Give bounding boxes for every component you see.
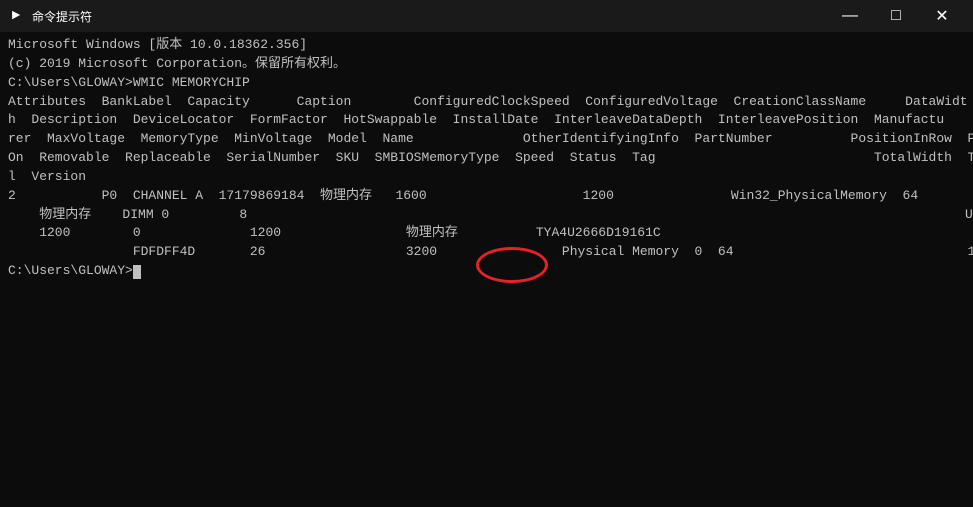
- cursor: [133, 265, 141, 279]
- console-line-9: l Version: [8, 168, 965, 187]
- prompt-text: C:\Users\GLOWAY>: [8, 262, 133, 281]
- console-line-13: FDFDFF4D 26 3200 Physical Memory 0 64 16…: [8, 243, 965, 262]
- console-output[interactable]: Microsoft Windows [版本 10.0.18362.356] (c…: [0, 32, 973, 507]
- close-button[interactable]: ✕: [919, 0, 965, 32]
- console-line-1: Microsoft Windows [版本 10.0.18362.356]: [8, 36, 965, 55]
- window-controls: — □ ✕: [827, 0, 965, 32]
- title-bar-left: ► 命令提示符: [8, 8, 92, 25]
- console-line-8: On Removable Replaceable SerialNumber SK…: [8, 149, 965, 168]
- console-prompt-line: C:\Users\GLOWAY>: [8, 262, 965, 281]
- console-line-7: rer MaxVoltage MemoryType MinVoltage Mod…: [8, 130, 965, 149]
- console-line-10: 2 P0 CHANNEL A 17179869184 物理内存 1600 120…: [8, 187, 965, 206]
- maximize-button[interactable]: □: [873, 0, 919, 32]
- cmd-window: ► 命令提示符 — □ ✕ Microsoft Windows [版本 10.0…: [0, 0, 973, 507]
- console-line-12: 1200 0 1200 物理内存 TYA4U2666D19161C: [8, 224, 965, 243]
- console-line-11: 物理内存 DIMM 0 8 Unknown: [8, 206, 965, 225]
- cmd-icon: ►: [8, 8, 24, 24]
- console-line-5: Attributes BankLabel Capacity Caption Co…: [8, 93, 965, 112]
- console-line-6: h Description DeviceLocator FormFactor H…: [8, 111, 965, 130]
- window-title: 命令提示符: [32, 8, 92, 25]
- console-line-2: (c) 2019 Microsoft Corporation。保留所有权利。: [8, 55, 965, 74]
- console-line-4: C:\Users\GLOWAY>WMIC MEMORYCHIP: [8, 74, 965, 93]
- minimize-button[interactable]: —: [827, 0, 873, 32]
- title-bar: ► 命令提示符 — □ ✕: [0, 0, 973, 32]
